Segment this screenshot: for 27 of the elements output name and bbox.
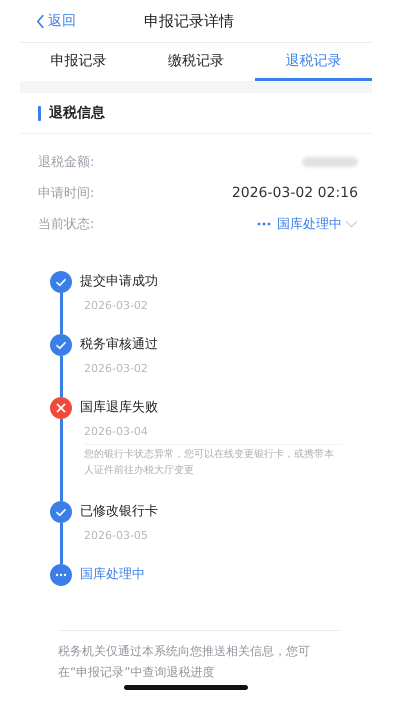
- chevron-down-icon: [345, 220, 358, 228]
- step-date: 2026-03-05: [84, 529, 149, 542]
- more-icon: [257, 222, 271, 226]
- error-icon: [50, 397, 72, 419]
- step-date: 2026-03-02: [84, 299, 149, 312]
- step-title: 已修改银行卡: [80, 503, 159, 521]
- footer-note: 税务机关仅通过本系统向您推送相关信息，您可在“申报记录”中查询退税进度: [58, 643, 311, 681]
- tab[interactable]: 申报记录: [20, 43, 138, 81]
- status-dropdown[interactable]: 国库处理中: [257, 214, 358, 232]
- back-icon: [36, 14, 45, 28]
- step-title: 国库处理中: [80, 566, 146, 584]
- step-title: 国库退库失败: [80, 399, 159, 417]
- field-value: 2026-03-02 02:16: [232, 184, 358, 200]
- step-title: 税务审核通过: [80, 336, 159, 354]
- page-title: 申报记录详情: [144, 12, 234, 30]
- step-title: 提交申请成功: [80, 273, 159, 291]
- field-label: 当前状态:: [38, 216, 94, 232]
- step-date: 2026-03-04: [84, 425, 149, 438]
- step-note: 您的银行卡状态异常，您可以在线变更银行卡，或携带本人证件前往办税大厅变更: [84, 444, 342, 479]
- section-title: 退税信息: [49, 104, 105, 122]
- field-label: 退税金额:: [38, 154, 94, 170]
- tab[interactable]: 缴税记录: [137, 43, 255, 81]
- field-label: 申请时间:: [38, 184, 94, 202]
- back-link[interactable]: 返回: [36, 12, 76, 30]
- redacted-value: [302, 156, 358, 166]
- step-date: 2026-03-02: [84, 362, 149, 375]
- section-marker: [38, 106, 41, 120]
